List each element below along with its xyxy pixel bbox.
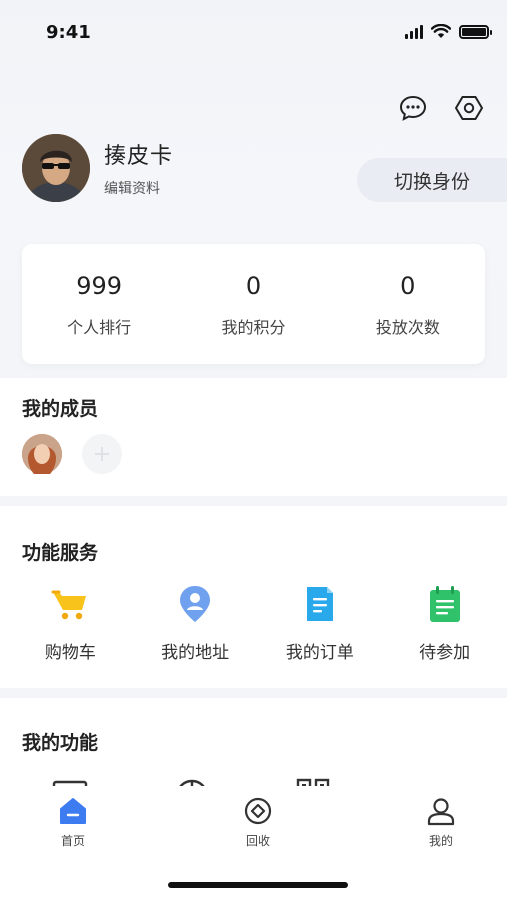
- stat-value: 0: [400, 272, 416, 300]
- battery-icon: [459, 24, 492, 39]
- chat-bubble-icon: [399, 95, 427, 121]
- services-grid: 购物车 我的地址 我的订单 待参加: [0, 584, 507, 663]
- service-label: 购物车: [44, 643, 96, 663]
- members-title: 我的成员: [22, 398, 99, 420]
- profile-icon: [427, 798, 455, 826]
- services-section: 功能服务 购物车 我的地址 我的订单 待参加: [0, 506, 507, 688]
- username: 揍皮卡: [104, 144, 174, 169]
- functions-section: 我的功能: [0, 698, 507, 798]
- services-title: 功能服务: [22, 542, 99, 564]
- order-document-icon: [300, 584, 340, 624]
- tab-label: 回收: [245, 834, 270, 848]
- service-label: 待参加: [419, 643, 471, 663]
- service-my-address[interactable]: 我的地址: [133, 584, 258, 663]
- profile-text: 揍皮卡 编辑资料: [104, 138, 173, 198]
- home-icon: [60, 798, 86, 824]
- message-button[interactable]: [397, 92, 429, 124]
- avatar-portrait-image: [22, 134, 90, 202]
- tab-home[interactable]: 首页: [43, 796, 103, 849]
- tab-mine[interactable]: 我的: [411, 796, 471, 849]
- stat-label: 我的积分: [221, 318, 286, 337]
- wifi-icon: [431, 24, 451, 38]
- avatar[interactable]: [22, 134, 90, 202]
- edit-profile-link[interactable]: 编辑资料: [104, 178, 173, 198]
- members-section: 我的成员: [0, 378, 507, 496]
- calendar-check-icon: [425, 584, 465, 624]
- recycle-icon: [244, 797, 272, 825]
- plus-icon: [95, 447, 109, 461]
- status-bar: 9:41: [0, 0, 507, 66]
- tab-label: 首页: [60, 834, 85, 848]
- service-to-attend[interactable]: 待参加: [382, 584, 507, 663]
- profile-block: 揍皮卡 编辑资料: [22, 134, 173, 202]
- service-label: 我的订单: [285, 643, 354, 663]
- stats-card: 999 个人排行 0 我的积分 0 投放次数: [22, 244, 485, 364]
- header-actions: [397, 92, 485, 124]
- settings-button[interactable]: [453, 92, 485, 124]
- switch-identity-button[interactable]: 切换身份: [357, 158, 507, 202]
- stat-deliveries[interactable]: 0 投放次数: [331, 244, 485, 364]
- stat-value: 0: [245, 272, 262, 300]
- stat-ranking[interactable]: 999 个人排行: [22, 244, 176, 364]
- member-avatar[interactable]: [22, 434, 62, 474]
- add-member-button[interactable]: [82, 434, 122, 474]
- tab-recycle[interactable]: 回收: [228, 796, 288, 849]
- location-pin-icon: [175, 584, 215, 624]
- functions-title: 我的功能: [22, 732, 99, 754]
- shopping-cart-icon: [50, 584, 90, 624]
- service-label: 我的地址: [161, 643, 230, 663]
- tab-label: 我的: [428, 834, 453, 848]
- stat-points[interactable]: 0 我的积分: [176, 244, 330, 364]
- stat-label: 个人排行: [67, 318, 132, 337]
- service-shopping-cart[interactable]: 购物车: [8, 584, 133, 663]
- service-my-orders[interactable]: 我的订单: [258, 584, 383, 663]
- status-time: 9:41: [46, 22, 91, 43]
- status-icons: [405, 24, 492, 39]
- stat-value: 999: [76, 272, 123, 300]
- cellular-signal-icon: [405, 24, 423, 39]
- home-indicator[interactable]: [168, 882, 348, 888]
- settings-hexagon-icon: [455, 96, 483, 120]
- member-portrait-image: [22, 434, 62, 474]
- stat-label: 投放次数: [375, 318, 440, 337]
